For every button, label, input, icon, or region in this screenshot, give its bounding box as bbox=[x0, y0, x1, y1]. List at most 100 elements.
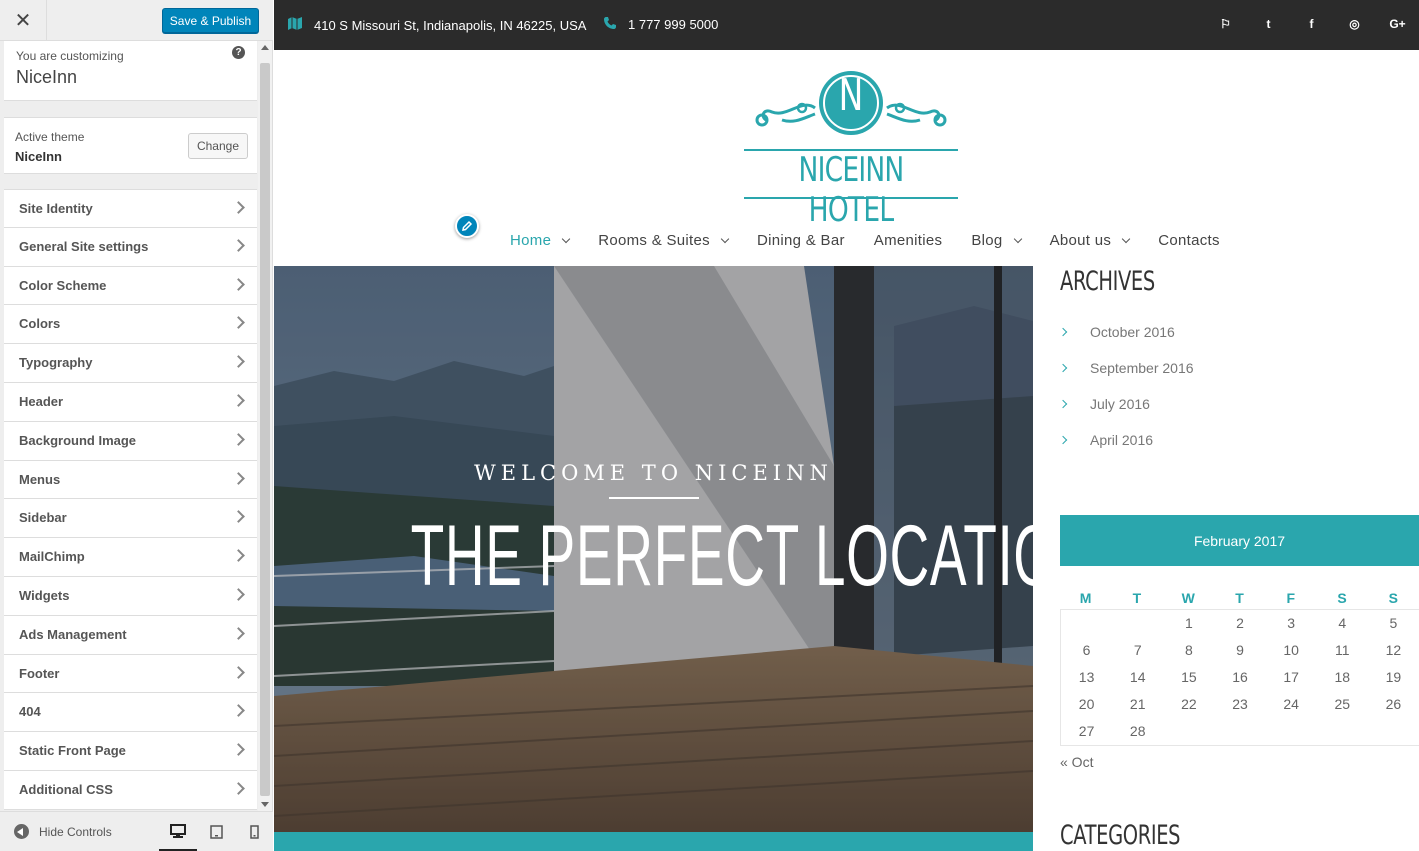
customizer-section[interactable]: Colors bbox=[4, 305, 257, 345]
customizer-section[interactable]: General Site settings bbox=[4, 227, 257, 267]
site-preview: 410 S Missouri St, Indianapolis, IN 4622… bbox=[274, 0, 1419, 851]
calendar-day: 3 bbox=[1287, 615, 1296, 631]
customizer-section-label: Colors bbox=[19, 316, 61, 332]
customizer-section-label: Static Front Page bbox=[19, 743, 126, 759]
archives-list: October 2016 September 2016 July 2016 April… bbox=[1058, 324, 1194, 468]
save-publish-button[interactable]: Save & Publish bbox=[162, 8, 259, 33]
hide-controls-button[interactable]: Hide Controls bbox=[14, 824, 112, 839]
customizer-section[interactable]: Header bbox=[4, 382, 257, 422]
chevron-right-icon bbox=[232, 665, 245, 679]
google-plus-icon[interactable]: G+ bbox=[1376, 17, 1419, 31]
customizing-subtitle: You are customizing bbox=[16, 49, 124, 63]
scroll-up-icon[interactable] bbox=[261, 45, 269, 50]
customizer-section[interactable]: Sidebar bbox=[4, 499, 257, 539]
customizer-section[interactable]: Color Scheme bbox=[4, 266, 257, 306]
archive-link[interactable]: July 2016 bbox=[1058, 396, 1194, 432]
customizer-section[interactable]: Additional CSS bbox=[4, 770, 257, 810]
customizer-section[interactable]: Background Image bbox=[4, 421, 257, 461]
customizer-section[interactable]: MailChimp bbox=[4, 538, 257, 577]
calendar-day bbox=[1266, 718, 1317, 745]
customizer-section-label: 404 bbox=[19, 704, 41, 720]
calendar-day bbox=[1163, 718, 1214, 745]
hide-controls-label: Hide Controls bbox=[39, 824, 112, 839]
chevron-down-icon bbox=[1013, 234, 1022, 243]
calendar-day: 27 bbox=[1078, 723, 1095, 739]
chevron-right-icon bbox=[232, 510, 245, 524]
calendar-week: 27 28 bbox=[1061, 718, 1419, 745]
calendar-weekday: W bbox=[1181, 590, 1195, 606]
facebook-icon[interactable]: f bbox=[1290, 17, 1333, 31]
chevron-right-icon bbox=[232, 782, 245, 795]
customizer-section-label: Menus bbox=[19, 471, 61, 487]
change-theme-button[interactable]: Change bbox=[188, 133, 248, 159]
calendar-week: 1 2 3 4 5 bbox=[1061, 610, 1419, 637]
nav-item-label: Rooms & Suites bbox=[598, 232, 710, 249]
archive-link[interactable]: October 2016 bbox=[1058, 324, 1194, 360]
customizer-section-label: Site Identity bbox=[19, 201, 93, 216]
main-navigation: Home Rooms & Suites Dining & Bar Amenities B… bbox=[510, 232, 1249, 249]
nav-item[interactable]: About us bbox=[1050, 232, 1131, 249]
tablet-preview-button[interactable] bbox=[197, 812, 235, 851]
nav-item[interactable]: Dining & Bar bbox=[757, 232, 845, 249]
calendar-day: 16 bbox=[1232, 669, 1248, 685]
mobile-icon bbox=[249, 825, 259, 839]
customizer-section[interactable]: Footer bbox=[4, 654, 257, 694]
tripadvisor-icon[interactable]: ◎ bbox=[1333, 17, 1376, 31]
address-info: 410 S Missouri St, Indianapolis, IN 4622… bbox=[288, 17, 586, 33]
customizer-section[interactable]: 404 bbox=[4, 693, 257, 733]
customizer-section[interactable]: Static Front Page bbox=[4, 732, 257, 771]
archive-link[interactable]: September 2016 bbox=[1058, 360, 1194, 396]
customizer-section[interactable]: Ads Management bbox=[4, 615, 257, 655]
scrollbar-thumb[interactable] bbox=[260, 63, 270, 796]
customizer-section[interactable]: Typography bbox=[4, 344, 257, 383]
chevron-down-icon bbox=[561, 234, 571, 243]
hero-divider bbox=[608, 497, 699, 499]
desktop-preview-button[interactable] bbox=[159, 812, 197, 851]
foursquare-icon[interactable]: ⚐ bbox=[1204, 17, 1247, 31]
top-bar: 410 S Missouri St, Indianapolis, IN 4622… bbox=[274, 0, 1419, 50]
archive-label: July 2016 bbox=[1090, 396, 1150, 412]
edit-shortcut-icon[interactable] bbox=[455, 214, 479, 238]
nav-item[interactable]: Amenities bbox=[874, 232, 943, 249]
address-text: 410 S Missouri St, Indianapolis, IN 4622… bbox=[314, 17, 587, 33]
logo-bottom-rule bbox=[744, 197, 958, 199]
nav-item[interactable]: Blog bbox=[971, 232, 1022, 249]
customizer-section-label: General Site settings bbox=[19, 238, 149, 254]
calendar-day: 12 bbox=[1385, 642, 1402, 658]
customizer-section[interactable]: Widgets bbox=[4, 576, 257, 616]
active-theme-name: NiceInn bbox=[15, 149, 62, 164]
chevron-right-icon bbox=[232, 471, 245, 485]
site-logo[interactable]: N NICEINN HOTEL bbox=[742, 68, 960, 230]
nav-item-label: Contacts bbox=[1158, 232, 1220, 249]
customizer-section[interactable]: Menus bbox=[4, 460, 257, 500]
customizer-scrollbar[interactable] bbox=[258, 41, 272, 811]
social-links: ⚐ t f ◎ G+ bbox=[1204, 17, 1419, 31]
calendar-day: 6 bbox=[1082, 642, 1091, 658]
customizer-section[interactable]: Site Identity bbox=[4, 189, 257, 228]
nav-item[interactable]: Rooms & Suites bbox=[598, 232, 730, 249]
customizer-section-label: Additional CSS bbox=[19, 781, 113, 797]
calendar-day: 25 bbox=[1334, 696, 1351, 712]
calendar-caption: February 2017 bbox=[1060, 515, 1419, 566]
calendar-prev-link[interactable]: « Oct bbox=[1060, 754, 1093, 770]
twitter-icon[interactable]: t bbox=[1247, 17, 1290, 31]
phone-info: 1 777 999 5000 bbox=[604, 17, 718, 32]
mobile-preview-button[interactable] bbox=[235, 812, 273, 851]
scroll-down-icon[interactable] bbox=[261, 802, 269, 807]
calendar-day: 15 bbox=[1181, 669, 1197, 685]
customizer-section-label: Widgets bbox=[19, 587, 70, 603]
archive-link[interactable]: April 2016 bbox=[1058, 432, 1194, 468]
calendar-week: 20 21 22 23 24 25 26 bbox=[1061, 691, 1419, 718]
nav-item[interactable]: Contacts bbox=[1158, 232, 1220, 249]
archive-label: April 2016 bbox=[1090, 432, 1154, 448]
calendar-grid: 1 2 3 4 5 6 7 8 9 10 11 12 13 14 15 16 17 18 19 20 21 22 23 24 2… bbox=[1060, 609, 1419, 746]
calendar-day: 28 bbox=[1129, 723, 1146, 739]
calendar-weekdays: MTWTFSS bbox=[1060, 590, 1419, 606]
help-icon[interactable]: ? bbox=[232, 46, 245, 59]
close-icon[interactable]: ✕ bbox=[0, 0, 47, 41]
calendar-week: 13 14 15 16 17 18 19 bbox=[1061, 664, 1419, 691]
calendar-day: 2 bbox=[1236, 615, 1244, 631]
calendar-day: 22 bbox=[1181, 696, 1197, 712]
nav-item[interactable]: Home bbox=[510, 232, 571, 249]
customizer-header: ✕ Save & Publish bbox=[0, 0, 273, 41]
